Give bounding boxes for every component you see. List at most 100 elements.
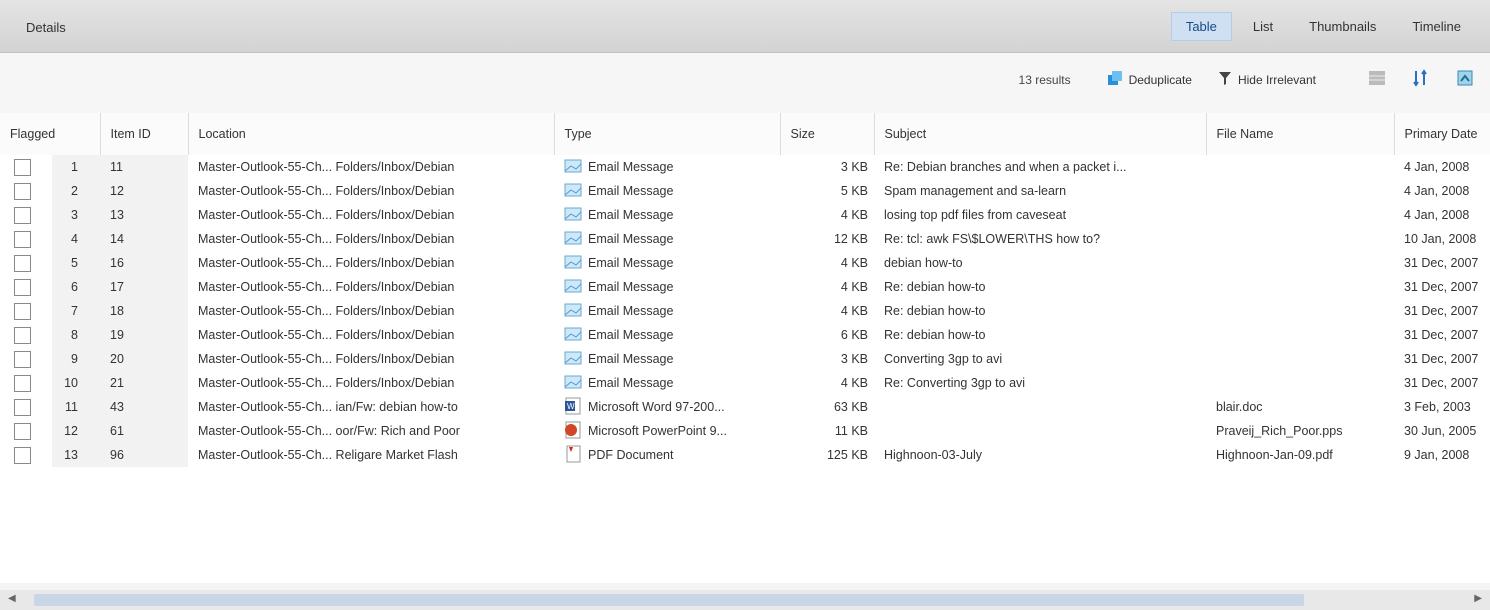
table-row[interactable]: 9 20 Master-Outlook-55-Ch... Folders/Inbox… — [0, 347, 1490, 371]
column-header-primary-date[interactable]: Primary Date — [1394, 113, 1490, 155]
flag-checkbox[interactable] — [14, 206, 31, 224]
table-row[interactable]: 13 96 Master-Outlook-55-Ch... Religare Mar… — [0, 443, 1490, 467]
email-icon — [564, 278, 582, 297]
table-row[interactable]: 8 19 Master-Outlook-55-Ch... Folders/Inbox… — [0, 323, 1490, 347]
tab-table[interactable]: Table — [1170, 12, 1232, 41]
flag-cell — [0, 179, 52, 203]
size-cell: 11 KB — [834, 424, 868, 438]
flag-checkbox[interactable] — [14, 350, 31, 368]
scrollbar-thumb[interactable] — [34, 594, 1304, 606]
table-row[interactable]: 1 11 Master-Outlook-55-Ch... Folders/Inbox… — [0, 155, 1490, 179]
subject-cell: Re: debian how-to — [884, 328, 986, 342]
item-id-cell: 11 — [100, 155, 188, 179]
item-id-cell: 16 — [100, 251, 188, 275]
size-cell: 4 KB — [840, 256, 868, 270]
horizontal-scrollbar[interactable]: ◀ ▶ — [0, 590, 1490, 610]
row-number: 12 — [52, 419, 100, 443]
subject-cell: debian how-to — [884, 256, 963, 270]
column-header-size[interactable]: Size — [780, 113, 875, 155]
table-row[interactable]: 2 12 Master-Outlook-55-Ch... Folders/Inbox… — [0, 179, 1490, 203]
column-header-file-name[interactable]: File Name — [1206, 113, 1395, 155]
location-cell: Master-Outlook-55-Ch... Folders/Inbox/De… — [198, 352, 455, 366]
subject-cell — [874, 419, 1206, 443]
tab-thumbnails[interactable]: Thumbnails — [1294, 12, 1391, 41]
flag-checkbox[interactable] — [14, 254, 31, 272]
flag-checkbox[interactable] — [14, 158, 31, 176]
table-row[interactable]: 7 18 Master-Outlook-55-Ch... Folders/Inbox… — [0, 299, 1490, 323]
flag-checkbox[interactable] — [14, 326, 31, 344]
size-cell: 125 KB — [826, 448, 868, 462]
type-label: Email Message — [588, 255, 674, 270]
item-id-cell: 61 — [100, 419, 188, 443]
location-cell: Master-Outlook-55-Ch... Folders/Inbox/De… — [198, 208, 455, 222]
subject-cell: Highnoon-03-July — [884, 448, 982, 462]
size-cell: 3 KB — [840, 160, 868, 174]
table-row[interactable]: 10 21 Master-Outlook-55-Ch... Folders/Inbo… — [0, 371, 1490, 395]
sort-icon[interactable] — [1412, 69, 1430, 90]
type-cell: Microsoft PowerPoint 9... — [554, 419, 780, 443]
flag-checkbox[interactable] — [14, 278, 31, 296]
primary-date-cell: 9 Jan, 2008 — [1404, 448, 1470, 462]
column-header-item-id[interactable]: Item ID — [100, 113, 189, 155]
column-header-type[interactable]: Type — [554, 113, 781, 155]
panel-title: Details — [26, 20, 66, 35]
toolbar: 13 results Deduplicate Hide Irrelevant — [0, 53, 1490, 113]
details-header: Details Table List Thumbnails Timeline — [0, 0, 1490, 53]
type-cell: PDF Document — [554, 443, 780, 467]
flag-cell — [0, 443, 52, 467]
deduplicate-button[interactable]: Deduplicate — [1107, 70, 1192, 89]
item-id-cell: 12 — [100, 179, 188, 203]
flag-checkbox[interactable] — [14, 374, 31, 392]
email-icon — [564, 326, 582, 345]
row-number: 6 — [52, 275, 100, 299]
subject-cell: Spam management and sa-learn — [884, 184, 1067, 198]
header-row: Flagged Item ID Location Type Size Subje… — [0, 113, 1490, 155]
item-id-cell: 17 — [100, 275, 188, 299]
svg-text:W: W — [567, 402, 575, 411]
size-cell: 3 KB — [840, 352, 868, 366]
table-row[interactable]: 5 16 Master-Outlook-55-Ch... Folders/Inbox… — [0, 251, 1490, 275]
table-row[interactable]: 6 17 Master-Outlook-55-Ch... Folders/Inbox… — [0, 275, 1490, 299]
flag-checkbox[interactable] — [14, 398, 31, 416]
email-icon — [564, 302, 582, 321]
size-cell: 6 KB — [840, 328, 868, 342]
location-cell: Master-Outlook-55-Ch... Folders/Inbox/De… — [198, 304, 455, 318]
email-icon — [564, 182, 582, 201]
scroll-right-icon[interactable]: ▶ — [1474, 593, 1482, 604]
primary-date-cell: 31 Dec, 2007 — [1404, 352, 1479, 366]
item-id-cell: 20 — [100, 347, 188, 371]
table-row[interactable]: 12 61 Master-Outlook-55-Ch... oor/Fw: Rich… — [0, 419, 1490, 443]
location-cell: Master-Outlook-55-Ch... Folders/Inbox/De… — [198, 256, 455, 270]
export-icon[interactable] — [1456, 69, 1474, 90]
columns-icon[interactable] — [1368, 69, 1386, 90]
column-header-location[interactable]: Location — [188, 113, 555, 155]
file-name-cell — [1206, 251, 1394, 275]
flag-cell — [0, 419, 52, 443]
primary-date-cell: 31 Dec, 2007 — [1404, 304, 1479, 318]
row-number: 3 — [52, 203, 100, 227]
table-row[interactable]: 4 14 Master-Outlook-55-Ch... Folders/Inbox… — [0, 227, 1490, 251]
flag-checkbox[interactable] — [14, 302, 31, 320]
type-label: Email Message — [588, 207, 674, 222]
file-name-cell — [1206, 203, 1394, 227]
flag-cell — [0, 371, 52, 395]
flag-cell — [0, 275, 52, 299]
flag-checkbox[interactable] — [14, 422, 31, 440]
row-number: 8 — [52, 323, 100, 347]
tab-list[interactable]: List — [1238, 12, 1288, 41]
flag-checkbox[interactable] — [14, 230, 31, 248]
column-header-flagged[interactable]: Flagged — [0, 113, 101, 155]
scroll-left-icon[interactable]: ◀ — [8, 593, 16, 604]
flag-checkbox[interactable] — [14, 446, 31, 464]
hide-irrelevant-button[interactable]: Hide Irrelevant — [1218, 70, 1316, 89]
size-cell: 4 KB — [840, 280, 868, 294]
table-row[interactable]: 3 13 Master-Outlook-55-Ch... Folders/Inbox… — [0, 203, 1490, 227]
flag-checkbox[interactable] — [14, 182, 31, 200]
tab-timeline[interactable]: Timeline — [1397, 12, 1476, 41]
column-header-subject[interactable]: Subject — [874, 113, 1207, 155]
file-name-cell: blair.doc — [1216, 400, 1263, 414]
type-label: Email Message — [588, 231, 674, 246]
subject-cell — [874, 395, 1206, 419]
table-row[interactable]: 11 43 Master-Outlook-55-Ch... ian/Fw: debi… — [0, 395, 1490, 419]
file-name-cell — [1206, 371, 1394, 395]
